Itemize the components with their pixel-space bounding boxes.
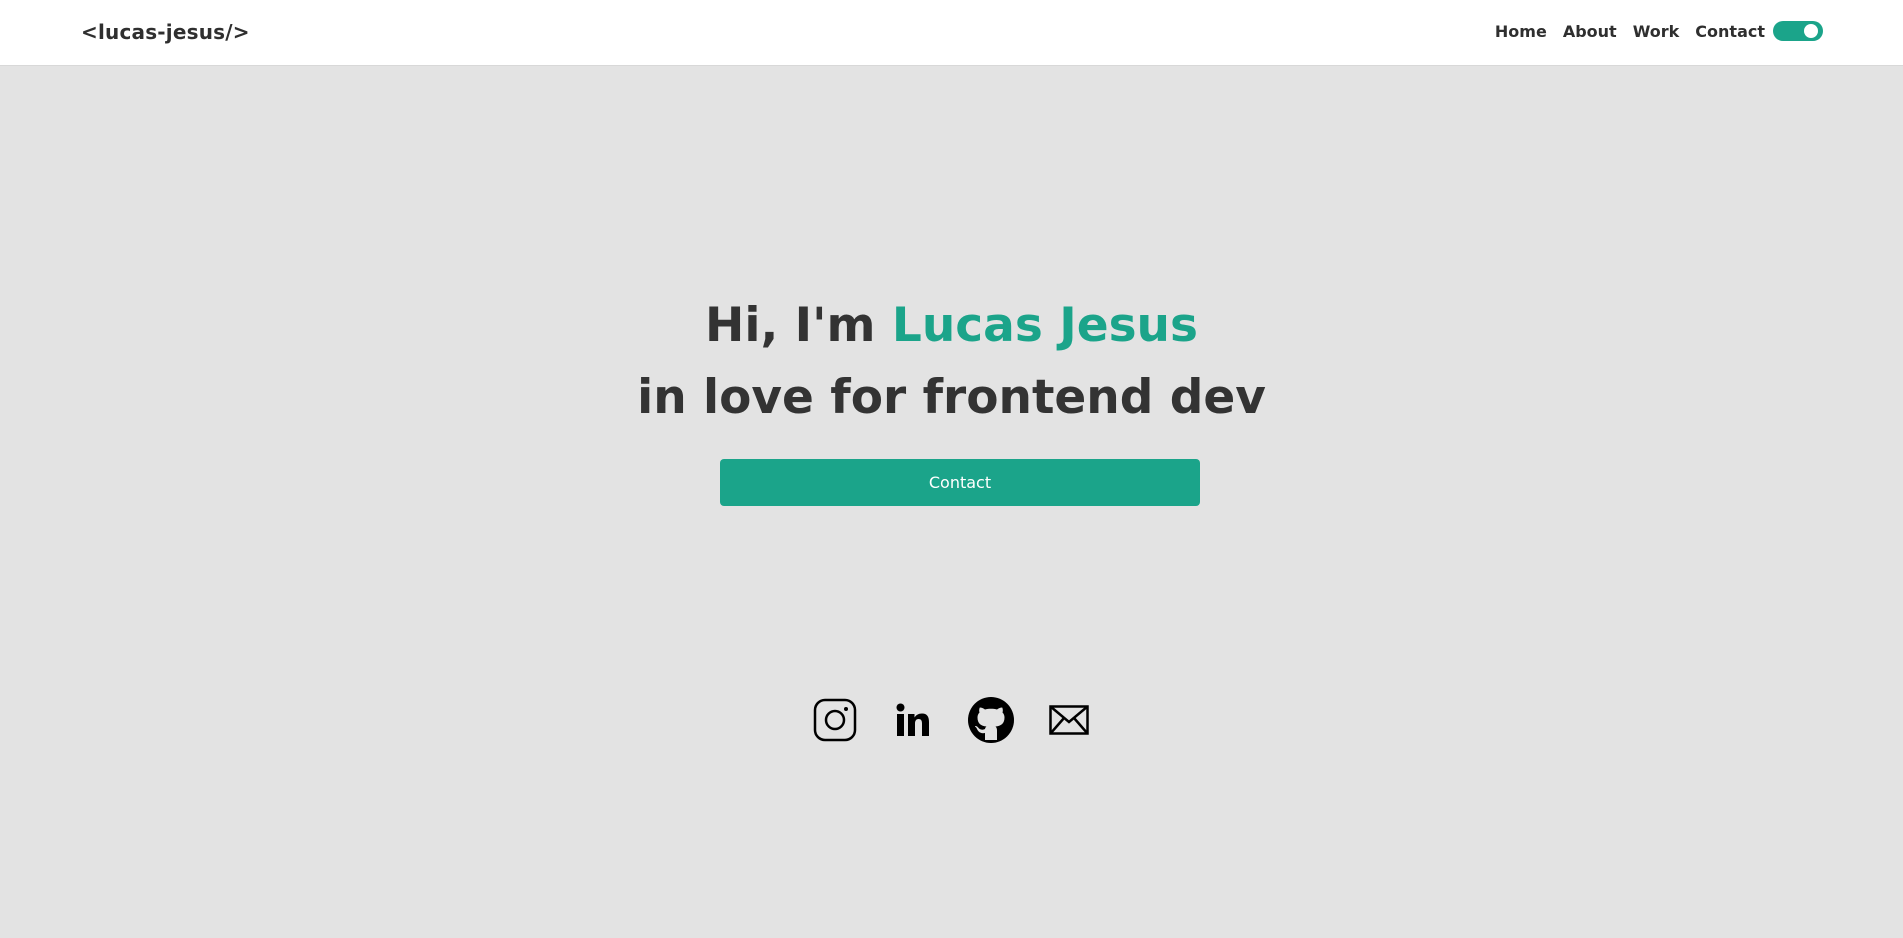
hero-tagline: in love for frontend dev xyxy=(637,370,1266,425)
nav-work-link[interactable]: Work xyxy=(1633,22,1680,41)
mail-link[interactable] xyxy=(1045,698,1093,746)
hero-name: Lucas Jesus xyxy=(891,298,1198,353)
greeting-prefix: Hi, I'm xyxy=(705,298,892,353)
linkedin-icon xyxy=(893,700,933,744)
theme-toggle[interactable] xyxy=(1773,21,1823,41)
mail-icon xyxy=(1048,705,1089,739)
nav-contact-link[interactable]: Contact xyxy=(1695,22,1765,41)
nav-links: Home About Work Contact xyxy=(1479,22,1765,41)
linkedin-link[interactable] xyxy=(889,698,937,746)
hero-greeting: Hi, I'm Lucas Jesus xyxy=(0,290,1903,362)
github-icon xyxy=(967,696,1015,748)
top-navbar: <lucas-jesus/> Home About Work Contact xyxy=(0,0,1903,66)
github-link[interactable] xyxy=(967,696,1015,748)
site-logo[interactable]: <lucas-jesus/> xyxy=(81,20,250,44)
nav-about-link[interactable]: About xyxy=(1563,22,1617,41)
nav-home-link[interactable]: Home xyxy=(1495,22,1547,41)
toggle-knob xyxy=(1804,24,1818,38)
social-links xyxy=(0,696,1903,748)
contact-button[interactable]: Contact xyxy=(720,459,1200,506)
instagram-link[interactable] xyxy=(811,698,859,746)
hero-section: Hi, I'm Lucas Jesus in love for frontend… xyxy=(0,290,1903,434)
instagram-icon xyxy=(813,698,857,746)
